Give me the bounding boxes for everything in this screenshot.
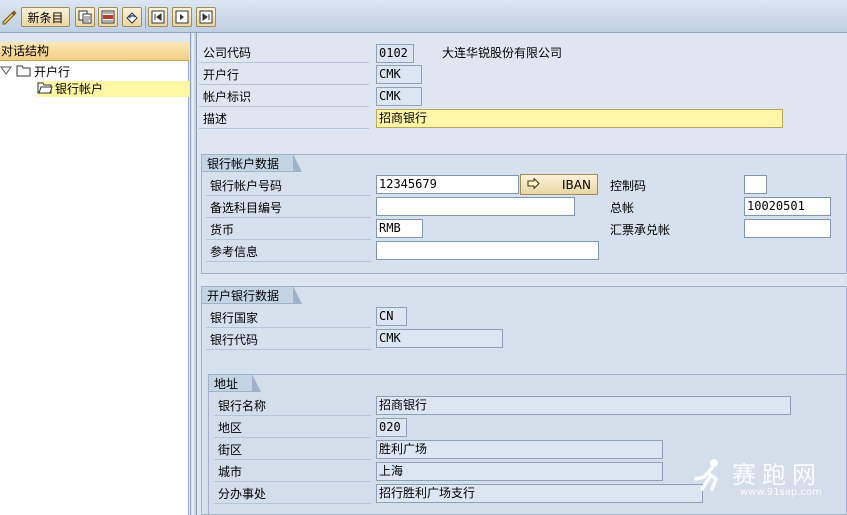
company-code-label: 公司代码 — [199, 44, 369, 63]
bank-name-label: 银行名称 — [214, 397, 371, 416]
alt-account-label: 备选科目编号 — [206, 199, 371, 218]
undo-icon[interactable] — [122, 7, 142, 27]
city-label: 城市 — [214, 463, 371, 482]
last-page-icon[interactable] — [196, 7, 216, 27]
alt-account-field[interactable] — [376, 197, 575, 216]
dialog-structure-panel: 对话结构 开户行 银行帐户 — [0, 42, 189, 515]
group-title: 银行帐户数据 — [201, 154, 303, 172]
arrow-right-icon — [527, 176, 540, 192]
description-field[interactable]: 招商银行 — [376, 109, 783, 128]
watermark-text: 赛跑网 — [732, 461, 822, 489]
next-page-icon[interactable] — [172, 7, 192, 27]
region-label: 地区 — [214, 419, 371, 438]
reference-field[interactable] — [376, 241, 599, 260]
house-bank-label: 开户行 — [199, 66, 369, 85]
new-entries-button[interactable]: 新条目 — [21, 7, 70, 27]
bank-country-label: 银行国家 — [206, 309, 371, 328]
currency-label: 货币 — [206, 221, 371, 240]
bank-country-field[interactable]: CN — [376, 307, 407, 326]
gl-account-label: 总帐 — [610, 201, 635, 215]
tree-item-house-bank[interactable]: 开户行 — [0, 64, 189, 80]
tree-item-bank-account[interactable]: 银行帐户 — [37, 81, 189, 97]
tree-item-label: 银行帐户 — [55, 82, 104, 96]
chevron-down-icon[interactable] — [0, 64, 16, 80]
bank-name-field[interactable]: 招商银行 — [376, 396, 791, 415]
street-field[interactable]: 胜利广场 — [376, 440, 663, 459]
watermark-logo: 赛跑网 www.91sap.com — [692, 455, 842, 505]
branch-label: 分办事处 — [214, 485, 371, 504]
folder-open-icon — [16, 64, 34, 81]
control-key-field[interactable] — [744, 175, 767, 194]
region-field[interactable]: 020 — [376, 418, 407, 437]
bank-key-label: 银行代码 — [206, 331, 371, 350]
company-code-field[interactable]: 0102 — [376, 44, 414, 63]
group-title: 地址 — [208, 374, 262, 392]
iban-label: IBAN — [562, 177, 591, 192]
branch-field[interactable]: 招行胜利广场支行 — [376, 484, 703, 503]
tree-item-label: 开户行 — [34, 65, 71, 79]
edit-icon[interactable] — [1, 7, 17, 27]
group-title: 开户银行数据 — [201, 286, 303, 304]
account-id-label: 帐户标识 — [199, 88, 369, 107]
control-key-label: 控制码 — [610, 179, 647, 193]
account-id-field[interactable]: CMK — [376, 87, 422, 106]
description-label: 描述 — [199, 110, 369, 129]
panel-splitter[interactable] — [190, 33, 197, 515]
application-toolbar: 新条目 — [0, 0, 847, 33]
dialog-structure-header: 对话结构 — [0, 42, 189, 61]
gl-account-field[interactable]: 10020501 — [744, 197, 831, 216]
city-field[interactable]: 上海 — [376, 462, 663, 481]
bank-key-field[interactable]: CMK — [376, 329, 503, 348]
first-page-icon[interactable] — [148, 7, 168, 27]
iban-button[interactable]: IBAN — [520, 174, 598, 195]
currency-field[interactable]: RMB — [376, 219, 423, 238]
reference-label: 参考信息 — [206, 243, 371, 262]
account-number-field[interactable]: 12345679 — [376, 175, 519, 194]
bill-account-label: 汇票承兑帐 — [610, 223, 671, 237]
toolbar-separator — [145, 6, 146, 28]
company-name: 大连华锐股份有限公司 — [442, 46, 563, 60]
bill-account-field[interactable] — [744, 219, 831, 238]
house-bank-field[interactable]: CMK — [376, 65, 422, 84]
copy-icon[interactable] — [75, 7, 95, 27]
account-number-label: 银行帐户号码 — [206, 177, 371, 196]
watermark-url: www.91sap.com — [740, 487, 822, 498]
delete-icon[interactable] — [98, 7, 118, 27]
folder-open-icon — [37, 81, 55, 98]
runner-icon — [694, 459, 719, 491]
street-label: 街区 — [214, 441, 371, 460]
